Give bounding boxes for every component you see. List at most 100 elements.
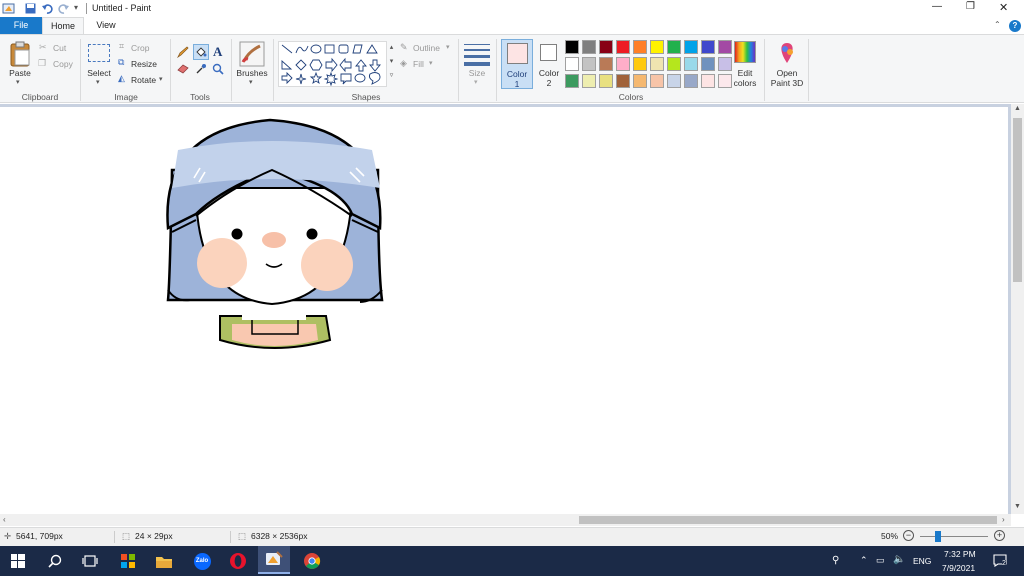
palette-swatch-2-7[interactable] xyxy=(684,74,698,88)
customize-quick-access-icon[interactable]: ▾ xyxy=(74,3,78,12)
palette-swatch-1-3[interactable] xyxy=(616,57,630,71)
maximize-button[interactable]: ❐ xyxy=(966,1,975,12)
paste-label[interactable]: Paste xyxy=(6,68,34,78)
rotate-dropdown-icon[interactable]: ▾ xyxy=(159,75,163,83)
rotate-button[interactable]: Rotate xyxy=(131,75,156,85)
palette-swatch-0-1[interactable] xyxy=(582,40,596,54)
select-button[interactable]: Select xyxy=(84,68,114,78)
taskbar-chrome-icon[interactable] xyxy=(300,550,324,572)
brushes-label[interactable]: Brushes xyxy=(234,68,270,78)
taskbar-opera-icon[interactable] xyxy=(226,550,250,572)
tab-file[interactable]: File xyxy=(0,17,42,34)
undo-icon[interactable] xyxy=(42,3,53,14)
scroll-up-icon[interactable]: ▲ xyxy=(1014,105,1021,112)
palette-swatch-2-4[interactable] xyxy=(633,74,647,88)
zoom-slider-thumb[interactable] xyxy=(935,531,941,542)
size-dropdown-icon[interactable]: ▾ xyxy=(474,78,478,86)
paint-app-icon[interactable] xyxy=(2,2,16,15)
color-picker-icon[interactable] xyxy=(196,63,207,74)
paste-dropdown-icon[interactable]: ▾ xyxy=(16,78,20,86)
vertical-scrollbar[interactable]: ▲ ▼ xyxy=(1011,104,1024,514)
search-icon[interactable] xyxy=(48,554,62,568)
scroll-down-icon[interactable]: ▼ xyxy=(1014,503,1021,510)
drawing-canvas[interactable] xyxy=(0,107,1008,514)
edit-colors-icon[interactable] xyxy=(734,41,756,63)
brushes-dropdown-icon[interactable]: ▾ xyxy=(249,78,253,86)
close-button[interactable]: ✕ xyxy=(999,1,1008,14)
paint3d-icon[interactable] xyxy=(776,41,798,65)
palette-swatch-0-5[interactable] xyxy=(650,40,664,54)
paint3d-label-2[interactable]: Paint 3D xyxy=(766,78,808,88)
volume-icon[interactable]: 🔈 xyxy=(893,554,905,565)
task-view-icon[interactable] xyxy=(82,554,98,568)
taskbar-zalo-icon[interactable]: Zalo xyxy=(190,550,214,572)
fill-button[interactable]: Fill xyxy=(413,59,424,69)
pencil-icon[interactable] xyxy=(177,46,189,58)
cut-button[interactable]: Cut xyxy=(53,43,66,53)
copy-button[interactable]: Copy xyxy=(53,59,73,69)
tab-home[interactable]: Home xyxy=(42,17,84,34)
clock-time[interactable]: 7:32 PM xyxy=(944,549,976,559)
edit-colors-label-2[interactable]: colors xyxy=(728,78,762,88)
redo-icon[interactable] xyxy=(58,3,69,14)
shapes-scroll[interactable]: ▴ ▾ ▿ xyxy=(386,41,396,87)
horizontal-scrollbar[interactable]: ‹ › xyxy=(0,514,1011,526)
taskbar-paint-icon[interactable] xyxy=(258,546,290,574)
scroll-right-icon[interactable]: › xyxy=(1002,515,1005,524)
resize-button[interactable]: Resize xyxy=(131,59,157,69)
vertical-scroll-thumb[interactable] xyxy=(1013,118,1022,282)
magnifier-icon[interactable] xyxy=(212,63,224,75)
palette-swatch-0-9[interactable] xyxy=(718,40,732,54)
shapes-gallery[interactable] xyxy=(278,41,396,87)
palette-swatch-1-4[interactable] xyxy=(633,57,647,71)
palette-swatch-1-8[interactable] xyxy=(701,57,715,71)
tab-view[interactable]: View xyxy=(86,17,126,34)
fill-dropdown-icon[interactable]: ▾ xyxy=(429,59,433,67)
battery-icon[interactable]: ▭ xyxy=(876,555,885,566)
collapse-ribbon-icon[interactable]: ⌃ xyxy=(994,20,1001,29)
help-icon[interactable]: ? xyxy=(1009,20,1021,32)
taskbar-file-explorer-icon[interactable] xyxy=(152,550,176,572)
windows-start-icon[interactable] xyxy=(11,554,25,568)
palette-swatch-1-2[interactable] xyxy=(599,57,613,71)
palette-swatch-1-1[interactable] xyxy=(582,57,596,71)
palette-swatch-2-5[interactable] xyxy=(650,74,664,88)
select-icon[interactable] xyxy=(88,44,110,62)
palette-swatch-0-7[interactable] xyxy=(684,40,698,54)
eraser-icon[interactable] xyxy=(177,63,189,74)
palette-swatch-0-8[interactable] xyxy=(701,40,715,54)
size-icon[interactable] xyxy=(464,42,490,66)
palette-swatch-2-0[interactable] xyxy=(565,74,579,88)
taskbar-app-store-icon[interactable] xyxy=(116,550,140,572)
palette-swatch-1-6[interactable] xyxy=(667,57,681,71)
people-icon[interactable]: ⚲ xyxy=(832,555,839,566)
scroll-left-icon[interactable]: ‹ xyxy=(3,515,6,524)
horizontal-scroll-thumb[interactable] xyxy=(579,516,997,524)
palette-swatch-2-3[interactable] xyxy=(616,74,630,88)
select-dropdown-icon[interactable]: ▾ xyxy=(96,78,100,86)
clock-date[interactable]: 7/9/2021 xyxy=(942,563,975,573)
outline-button[interactable]: Outline xyxy=(413,43,440,53)
paste-icon[interactable] xyxy=(9,41,31,67)
palette-swatch-0-2[interactable] xyxy=(599,40,613,54)
palette-swatch-1-0[interactable] xyxy=(565,57,579,71)
color1-button[interactable]: Color 1 xyxy=(501,39,533,89)
palette-swatch-0-4[interactable] xyxy=(633,40,647,54)
palette-swatch-0-6[interactable] xyxy=(667,40,681,54)
paint3d-label[interactable]: Open xyxy=(768,68,806,78)
show-hidden-icons-icon[interactable]: ⌃ xyxy=(860,555,868,566)
zoom-in-icon[interactable]: + xyxy=(994,530,1005,541)
brushes-icon[interactable] xyxy=(239,41,265,67)
zoom-out-icon[interactable]: − xyxy=(903,530,914,541)
palette-swatch-2-1[interactable] xyxy=(582,74,596,88)
save-icon[interactable] xyxy=(25,3,36,14)
size-label[interactable]: Size xyxy=(462,68,492,78)
zoom-slider-track[interactable] xyxy=(920,536,988,537)
palette-swatch-1-7[interactable] xyxy=(684,57,698,71)
palette-swatch-0-0[interactable] xyxy=(565,40,579,54)
crop-button[interactable]: Crop xyxy=(131,43,149,53)
palette-swatch-2-2[interactable] xyxy=(599,74,613,88)
palette-swatch-2-6[interactable] xyxy=(667,74,681,88)
color2-button[interactable]: Color 2 xyxy=(535,39,563,89)
palette-swatch-0-3[interactable] xyxy=(616,40,630,54)
